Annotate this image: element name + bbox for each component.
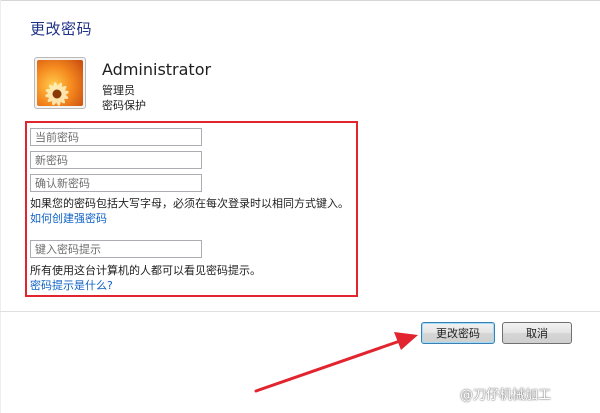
watermark: @刀仔机械加工 bbox=[460, 388, 552, 403]
red-arrow-icon bbox=[254, 332, 418, 393]
